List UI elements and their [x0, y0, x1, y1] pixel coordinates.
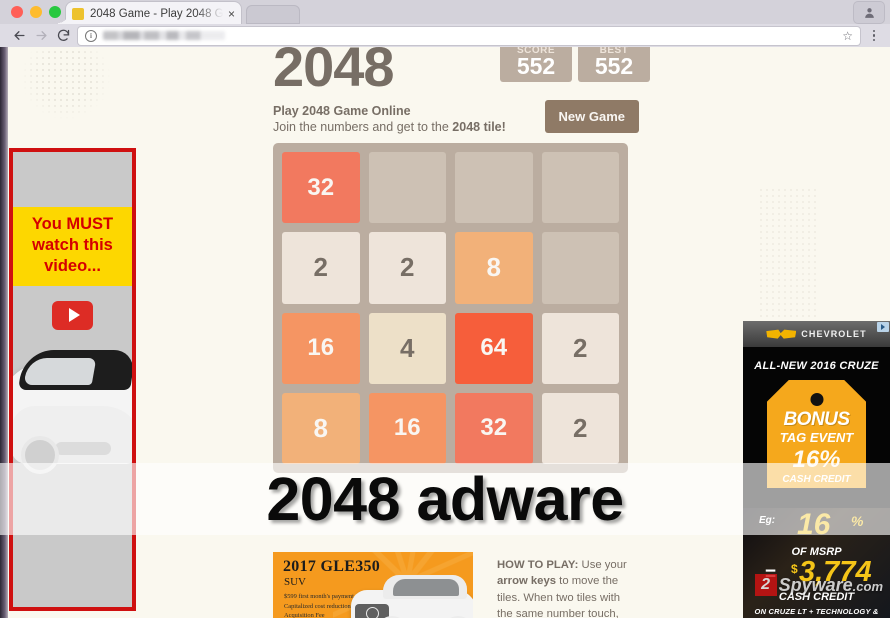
- watermark-name: Spyware: [778, 574, 853, 595]
- left-ad-top-spacer: [13, 152, 132, 207]
- tag-event-label: TAG EVENT: [779, 430, 854, 445]
- right-ad-headline: ALL-NEW 2016 CRUZE: [754, 360, 879, 372]
- favicon-icon: [72, 7, 84, 20]
- minimize-window-button[interactable]: [30, 6, 42, 18]
- tab-title: 2048 Game - Play 2048 Game: [90, 7, 226, 20]
- youtube-play-icon[interactable]: [52, 300, 93, 330]
- watermark-mark: 2: [754, 574, 777, 596]
- tile-2: 2: [541, 392, 619, 464]
- browser-toolbar: i ☆: [0, 24, 890, 47]
- forward-arrow-icon: [30, 25, 52, 47]
- offer-fineprint: ON CRUZE LT + TECHNOLOGY &: [754, 607, 879, 616]
- left-ad-banner: You MUST watch this video...: [13, 207, 132, 287]
- left-ad-headline-1: You MUST: [31, 215, 114, 233]
- tile-empty: [455, 152, 533, 224]
- left-ad-headline-3: video...: [44, 257, 101, 276]
- arrow-keys-emphasis: arrow keys: [497, 575, 557, 588]
- tile-empty: [541, 152, 619, 224]
- bottom-banner-ad[interactable]: 2017 GLE350 SUV $599 first month's payme…: [273, 552, 473, 618]
- bottom-ad-subtitle: SUV: [284, 576, 307, 588]
- tile-4: 4: [368, 312, 446, 384]
- score-group: SCORE 552 BEST 552: [500, 47, 650, 82]
- watermark-tld: .com: [852, 578, 883, 594]
- address-bar[interactable]: i ☆: [78, 26, 860, 45]
- reload-icon[interactable]: [52, 25, 74, 47]
- how-to-play-part1: Use your: [578, 559, 627, 571]
- watermark-text: Spyware.com: [779, 575, 883, 596]
- mercedes-suv-image: [351, 574, 473, 618]
- game-subtitle: Play 2048 Game Online: [273, 104, 411, 118]
- url-text-blurred: [103, 31, 225, 40]
- chevrolet-header: CHEVROLET: [743, 321, 890, 347]
- tile-2: 2: [282, 232, 360, 304]
- tile-64: 64: [455, 312, 533, 384]
- site-info-icon[interactable]: i: [85, 29, 97, 42]
- how-to-play-text: HOW TO PLAY: Use your arrow keys to move…: [497, 557, 630, 618]
- web-page: 2048 SCORE 552 BEST 552 Play 2048 Game O…: [0, 47, 890, 618]
- overlay-caption-text: 2048 adware: [266, 465, 624, 533]
- adchoices-icon[interactable]: [877, 322, 889, 332]
- left-ad-headline-2: watch this: [32, 236, 113, 255]
- new-game-button[interactable]: New Game: [544, 100, 639, 133]
- tile-32: 32: [455, 392, 533, 464]
- tag-hole: [810, 393, 823, 406]
- bookmark-star-icon[interactable]: ☆: [842, 30, 853, 42]
- profile-avatar-icon[interactable]: [854, 2, 884, 23]
- tile-16: 16: [282, 312, 360, 384]
- tile-2: 2: [368, 232, 446, 304]
- game-board[interactable]: 32 2 2 8 16 4 64 2 8 16 32 2: [273, 143, 628, 473]
- back-arrow-icon[interactable]: [8, 25, 30, 47]
- tile-2: 2: [541, 312, 619, 384]
- car-windshield-shape: [23, 358, 97, 386]
- background-pattern: [22, 49, 110, 119]
- background-pattern-right: [758, 187, 818, 327]
- overlay-caption: 2048 adware: [0, 463, 890, 535]
- kebab-menu-icon[interactable]: [866, 29, 882, 42]
- tagline-prefix: Join the numbers and get to the: [273, 120, 453, 134]
- left-ad-play-area[interactable]: [13, 286, 132, 345]
- window-controls[interactable]: [11, 6, 61, 18]
- tile-16: 16: [368, 392, 446, 464]
- close-tab-icon[interactable]: ×: [228, 8, 235, 20]
- tile-32: 32: [282, 152, 360, 224]
- browser-tab[interactable]: 2048 Game - Play 2048 Game ×: [58, 2, 241, 25]
- mercedes-star-icon: [366, 607, 379, 618]
- chevrolet-bowtie-icon: [766, 329, 797, 339]
- tile-empty: [368, 152, 446, 224]
- tile-8: 8: [455, 232, 533, 304]
- score-box: SCORE 552: [500, 47, 572, 82]
- score-value: 552: [516, 53, 556, 79]
- tile-grid[interactable]: 32 2 2 8 16 4 64 2 8 16 32 2: [282, 152, 619, 464]
- best-score-box: BEST 552: [578, 47, 650, 82]
- browser-titlebar: 2048 Game - Play 2048 Game ×: [0, 0, 890, 25]
- best-value: 552: [594, 53, 634, 79]
- tag-bonus-label: BONUS: [783, 409, 850, 430]
- game-logo: 2048: [273, 47, 395, 98]
- new-tab-button[interactable]: [246, 5, 300, 24]
- game-tagline: Join the numbers and get to the 2048 til…: [273, 120, 506, 134]
- screenshot-root: 2048 Game - Play 2048 Game × i ☆: [0, 0, 890, 618]
- left-sidebar-ad[interactable]: You MUST watch this video...: [9, 148, 136, 611]
- chevrolet-brand-label: CHEVROLET: [801, 329, 867, 339]
- car-grill-shape: [55, 442, 111, 456]
- tile-8: 8: [282, 392, 360, 464]
- tile-empty: [541, 232, 619, 304]
- browser-chrome: 2048 Game - Play 2048 Game × i ☆: [0, 0, 890, 48]
- watermark: 2 Spyware.com: [754, 574, 883, 596]
- how-to-play-label: HOW TO PLAY:: [497, 559, 579, 571]
- tagline-bold: 2048 tile!: [452, 120, 506, 134]
- close-window-button[interactable]: [11, 6, 23, 18]
- suv-window-shape: [393, 579, 459, 596]
